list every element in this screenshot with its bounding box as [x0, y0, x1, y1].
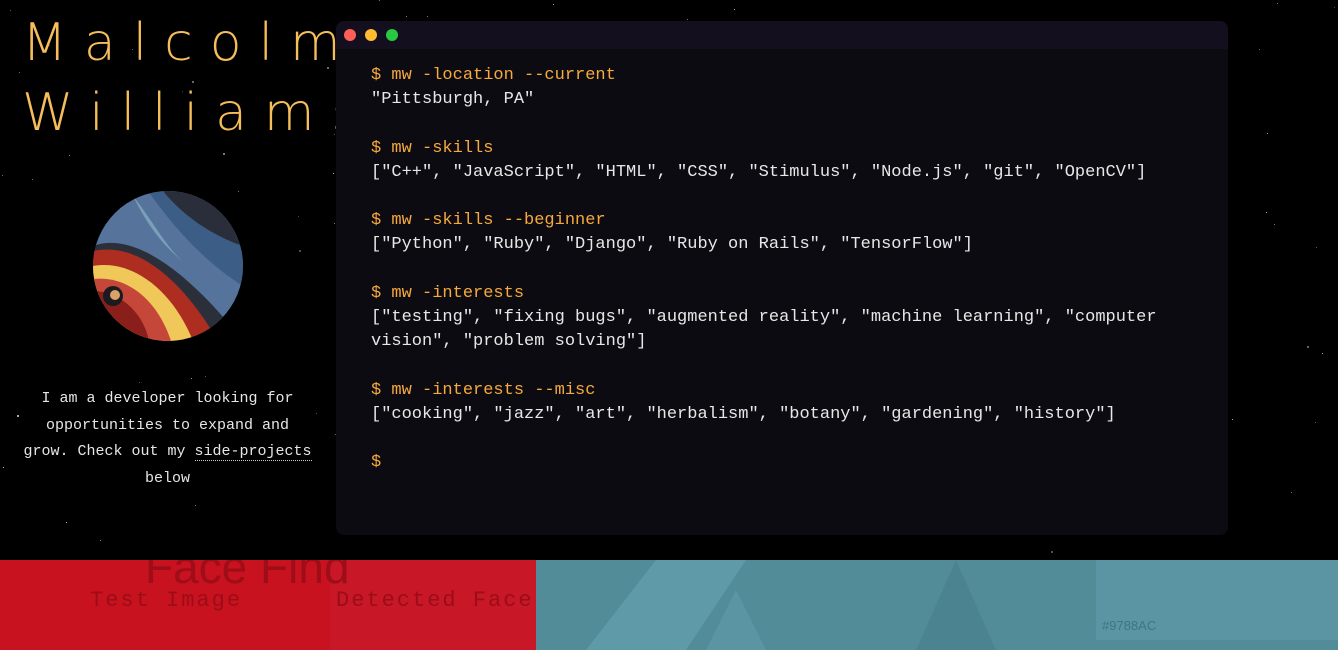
star [1316, 247, 1317, 248]
terminal-block: $ mw -location --current "Pittsburgh, PA… [371, 64, 1193, 112]
close-window-button[interactable] [344, 29, 356, 41]
star [1266, 212, 1267, 213]
star [379, 0, 380, 1]
terminal-output: ["testing", "fixing bugs", "augmented re… [371, 307, 1157, 352]
star [1051, 551, 1053, 553]
terminal-block: $ mw -interests --misc ["cooking", "jazz… [371, 379, 1193, 427]
star [191, 378, 192, 379]
star [1277, 3, 1278, 4]
star [1334, 7, 1335, 8]
star [334, 223, 335, 224]
terminal-output: ["Python", "Ruby", "Django", "Ruby on Ra… [371, 235, 973, 255]
star [1274, 224, 1275, 225]
star [17, 415, 19, 417]
star [1267, 133, 1268, 134]
first-name: Malcolm [22, 13, 358, 73]
star [1307, 346, 1309, 348]
star [3, 467, 4, 468]
terminal-output: ["C++", "JavaScript", "HTML", "CSS", "St… [371, 162, 1147, 182]
terminal-command: $ mw -skills --beginner [371, 211, 606, 231]
star [406, 16, 407, 17]
maximize-window-button[interactable] [386, 29, 398, 41]
star [1315, 422, 1316, 423]
star [1259, 49, 1260, 50]
star [2, 175, 3, 176]
star [333, 173, 334, 174]
bio-suffix: below [144, 469, 190, 487]
star [223, 153, 225, 155]
project-graphic [586, 560, 996, 650]
terminal-block: $ mw -interests ["testing", "fixing bugs… [371, 282, 1193, 355]
star [427, 16, 428, 17]
terminal-block: $ mw -skills --beginner ["Python", "Ruby… [371, 209, 1193, 257]
terminal-command: $ mw -interests [371, 283, 525, 303]
star [10, 10, 11, 11]
star [1322, 353, 1323, 354]
terminal-command: $ mw -location --current [371, 66, 616, 85]
star [1291, 492, 1292, 493]
color-hex-label: #9788AC [1102, 618, 1157, 633]
star [69, 155, 70, 156]
star [195, 505, 196, 506]
avatar-art [93, 191, 243, 341]
site-title: Malcolm Williams [22, 8, 376, 148]
terminal-output: ["cooking", "jazz", "art", "herbalism", … [371, 404, 1116, 424]
bio: I am a developer looking for opportuniti… [20, 386, 315, 492]
star [32, 179, 33, 180]
project-label-detected-face: Detected Face [336, 588, 534, 613]
terminal-titlebar [336, 21, 1228, 49]
star [687, 19, 688, 20]
star [19, 72, 20, 73]
side-projects-link[interactable]: side-projects [194, 443, 312, 461]
terminal-block: $ mw -skills ["C++", "JavaScript", "HTML… [371, 137, 1193, 185]
star [66, 522, 67, 523]
project-label-test-image: Test Image [90, 588, 243, 613]
star [299, 250, 301, 252]
project-card-color[interactable]: #9788AC [536, 560, 1338, 650]
last-name: Williams [22, 83, 376, 143]
star [139, 382, 140, 383]
star [205, 376, 206, 377]
minimize-window-button[interactable] [365, 29, 377, 41]
terminal-output: "Pittsburgh, PA" [371, 90, 535, 110]
star [100, 540, 101, 541]
terminal-body: $ mw -location --current "Pittsburgh, PA… [336, 49, 1228, 475]
terminal-command: $ mw -skills [371, 138, 494, 158]
project-card-face-find[interactable]: Face Find Test Image Detected Face [0, 560, 536, 650]
star [316, 413, 317, 414]
terminal-window: $ mw -location --current "Pittsburgh, PA… [336, 21, 1228, 535]
terminal-prompt[interactable]: $ [371, 451, 1193, 475]
star [1232, 419, 1233, 420]
star [238, 191, 239, 192]
terminal-command: $ mw -interests --misc [371, 380, 596, 400]
star [298, 216, 299, 217]
star [734, 9, 735, 10]
star [553, 4, 554, 5]
avatar [93, 191, 243, 341]
